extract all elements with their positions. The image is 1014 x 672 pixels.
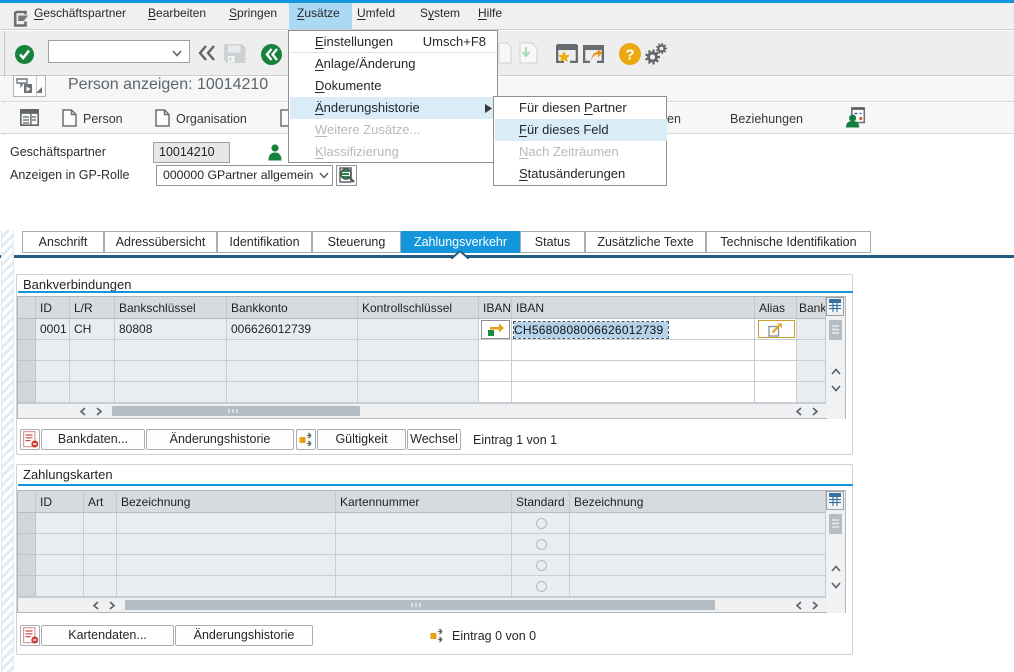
svg-text:?: ? [625,47,634,64]
